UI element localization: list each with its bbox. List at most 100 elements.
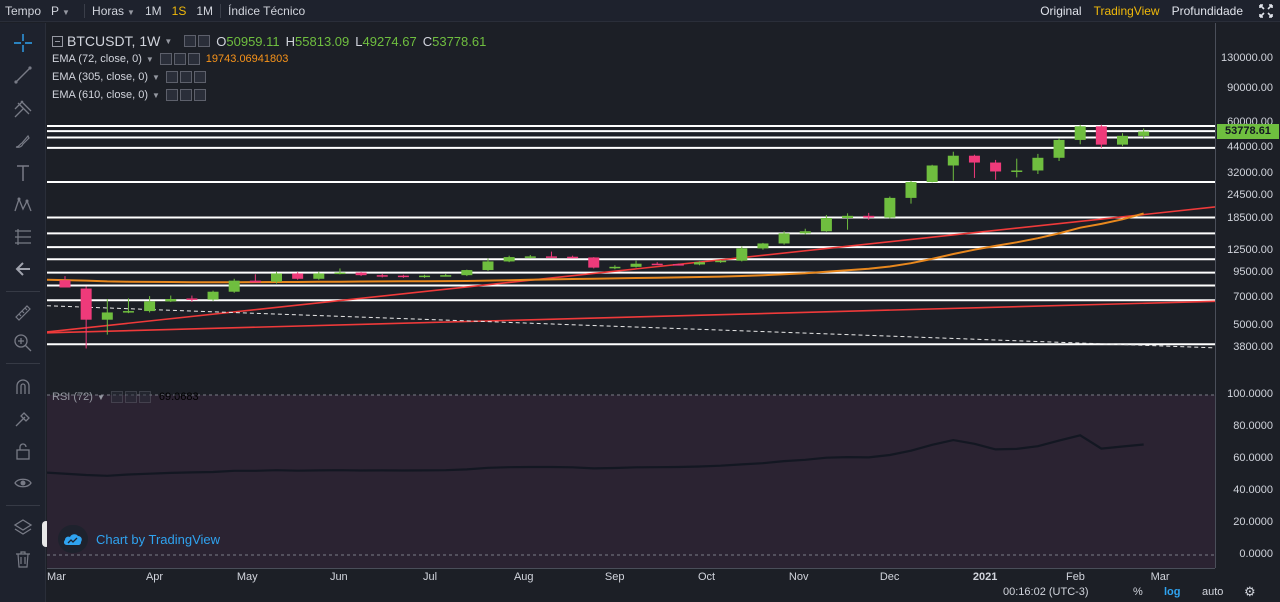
candle-body: [609, 266, 621, 269]
lock-drawing-icon[interactable]: [9, 405, 37, 433]
settings-icon[interactable]: [173, 53, 186, 65]
eye-toggle-icon[interactable]: [165, 89, 178, 101]
view-tradingview-button[interactable]: TradingView: [1089, 1, 1165, 21]
time-tick-label: May: [236, 571, 258, 583]
chevron-down-icon[interactable]: ▼: [146, 55, 154, 64]
candle-body: [672, 264, 684, 266]
eye-toggle-icon[interactable]: [110, 391, 123, 403]
close-icon[interactable]: [193, 89, 206, 101]
percent-toggle[interactable]: %: [1133, 586, 1143, 598]
pitchfork-icon[interactable]: [9, 95, 37, 123]
price-tick-label: 5000.00: [1233, 319, 1273, 331]
candle-body: [968, 155, 980, 163]
time-tick-label: Sep: [604, 571, 625, 583]
eye-toggle-icon[interactable]: [165, 71, 178, 83]
indicator-row: EMA (610, close, 0) ▼: [52, 86, 486, 104]
candle-body: [1074, 126, 1086, 140]
settings-icon[interactable]: [179, 89, 192, 101]
candle-body: [207, 291, 219, 300]
candle-body: [271, 273, 282, 282]
divider: [6, 505, 40, 506]
tradingview-watermark[interactable]: Chart by TradingView: [58, 525, 220, 553]
candle-body: [524, 256, 536, 258]
collapse-icon[interactable]: [52, 35, 63, 47]
chevron-down-icon[interactable]: ▼: [152, 73, 160, 82]
ema-72-label[interactable]: EMA (72, close, 0): [52, 53, 142, 65]
gear-icon[interactable]: ⚙: [1244, 584, 1256, 600]
magnet-icon[interactable]: [9, 373, 37, 401]
price-tick-label: 130000.00: [1221, 52, 1273, 65]
chart-pane[interactable]: [46, 23, 1216, 568]
zoom-in-icon[interactable]: [9, 329, 37, 357]
chevron-down-icon[interactable]: ▼: [97, 393, 105, 402]
settings-icon[interactable]: [124, 391, 137, 403]
auto-toggle[interactable]: auto: [1202, 586, 1223, 598]
rsi-value: 69.0683: [158, 391, 199, 403]
candle-body: [101, 312, 113, 320]
chart-legend: BTCUSDT, 1W ▼ O 50959.11 H 55813.09 L 49274…: [52, 32, 486, 104]
indicator-row: EMA (305, close, 0) ▼: [52, 68, 486, 86]
settings-icon[interactable]: [179, 71, 192, 83]
time-tick-label: Dec: [879, 571, 900, 583]
eye-toggle-icon[interactable]: [159, 53, 172, 65]
text-icon[interactable]: [9, 159, 37, 187]
layers-icon[interactable]: [9, 513, 37, 541]
interval-1s-button[interactable]: 1S: [167, 0, 192, 22]
close-icon[interactable]: [138, 391, 151, 403]
log-toggle[interactable]: log: [1164, 586, 1181, 598]
candle-body: [334, 272, 346, 275]
price-chart[interactable]: [46, 23, 1216, 568]
hours-select[interactable]: Horas ▼: [87, 0, 140, 22]
chevron-down-icon[interactable]: ▼: [152, 91, 160, 100]
price-tick-label: 90000.00: [1227, 82, 1273, 95]
indicators-button[interactable]: Índice Técnico: [223, 0, 310, 22]
candle-body: [59, 280, 71, 288]
arrow-left-icon[interactable]: [9, 255, 37, 283]
rsi-tick-label: 80.0000: [1233, 420, 1273, 432]
interval-1mo-button[interactable]: 1M: [191, 0, 218, 22]
time-axis[interactable]: Mar Apr May Jun Jul Aug Sep Oct Nov Dec 2021 Feb Mar: [47, 568, 1215, 584]
settings-icon[interactable]: [198, 35, 211, 47]
trend-line-icon[interactable]: [9, 61, 37, 89]
ema-305-label[interactable]: EMA (305, close, 0): [52, 71, 148, 83]
candle-body: [715, 260, 727, 263]
candle-body: [292, 273, 304, 279]
interval-select[interactable]: P ▼: [46, 0, 82, 22]
candle-body: [926, 165, 938, 183]
ema-610-label[interactable]: EMA (610, close, 0): [52, 89, 148, 101]
candle-body: [397, 275, 409, 278]
divider: [220, 3, 221, 18]
candle-body: [694, 262, 705, 265]
candle-body: [630, 263, 642, 267]
candle-body: [249, 280, 261, 283]
eye-toggle-icon[interactable]: [184, 35, 197, 47]
close-icon[interactable]: [187, 53, 200, 65]
ruler-icon[interactable]: [9, 299, 37, 327]
symbol-name[interactable]: BTCUSDT, 1W: [67, 33, 160, 49]
pattern-icon[interactable]: [9, 191, 37, 219]
interval-1m-button[interactable]: 1M: [140, 0, 167, 22]
view-depth-button[interactable]: Profundidade: [1167, 1, 1248, 21]
crosshair-icon[interactable]: [9, 29, 37, 57]
candle-body: [757, 243, 769, 249]
rsi-legend: RSI (72) ▼ 69.0683: [52, 391, 199, 403]
chevron-down-icon[interactable]: ▼: [164, 37, 172, 46]
fullscreen-icon[interactable]: [1252, 0, 1280, 22]
clock[interactable]: 00:16:02 (UTC-3): [1003, 586, 1089, 598]
candle-body: [651, 263, 663, 266]
price-tick-label: 9500.00: [1233, 266, 1273, 279]
rsi-label[interactable]: RSI (72): [52, 391, 93, 403]
prediction-icon[interactable]: [9, 223, 37, 251]
eye-icon[interactable]: [9, 469, 37, 497]
candle-body: [80, 288, 92, 320]
trash-icon[interactable]: [9, 545, 37, 573]
view-original-button[interactable]: Original: [1035, 1, 1086, 21]
price-axis[interactable]: 130000.00 90000.00 60000.00 44000.00 32000.0…: [1215, 23, 1280, 568]
low-value: 49274.67: [362, 33, 417, 49]
brush-icon[interactable]: [9, 127, 37, 155]
close-icon[interactable]: [193, 71, 206, 83]
candle-body: [440, 275, 452, 277]
candle-body: [1095, 126, 1107, 145]
unlock-icon[interactable]: [9, 437, 37, 465]
time-tick-label: 2021: [972, 571, 998, 583]
